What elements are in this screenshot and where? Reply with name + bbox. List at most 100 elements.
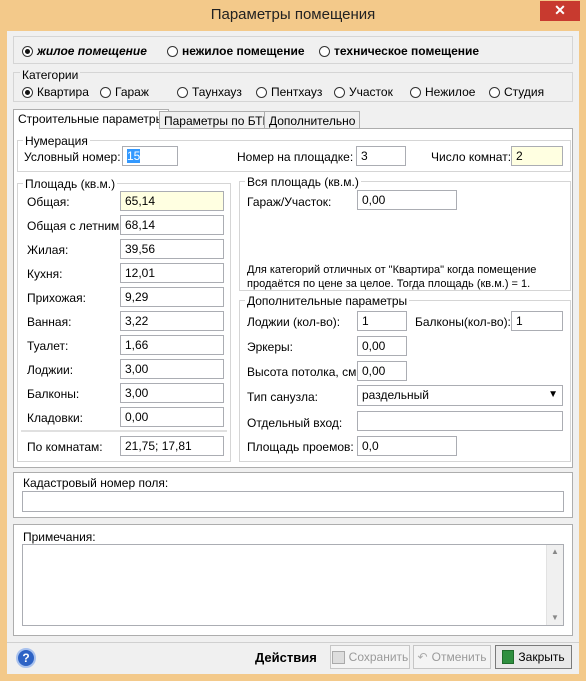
conditional-number-field[interactable]: 15 <box>122 146 178 166</box>
area-total-field[interactable]: 65,14 <box>120 191 224 211</box>
radio-button[interactable] <box>256 86 267 98</box>
radio-residential[interactable]: жилое помещение <box>22 44 147 58</box>
category-label: Квартира <box>37 85 89 99</box>
openings-area-label: Площадь проемов: <box>247 440 354 454</box>
by-rooms-field[interactable]: 21,75; 17,81 <box>120 436 224 456</box>
radio-nonresidential-label: нежилое помещение <box>182 44 305 58</box>
radio-button[interactable] <box>489 86 500 98</box>
save-button[interactable]: Сохранить <box>330 645 410 669</box>
close-button[interactable]: Закрыть <box>495 645 572 669</box>
tab-additional[interactable]: Дополнительно <box>264 111 361 129</box>
cancel-button[interactable]: ↶ Отменить <box>413 645 491 669</box>
radio-button[interactable] <box>319 45 330 57</box>
ceiling-height-field[interactable]: 0,00 <box>357 361 407 381</box>
category-nonresidential[interactable]: Нежилое <box>410 85 475 99</box>
category-plot[interactable]: Участок <box>334 85 393 99</box>
category-label: Гараж <box>115 85 149 99</box>
bay-windows-label: Эркеры: <box>247 340 293 354</box>
area-bathroom-field[interactable]: 3,22 <box>120 311 224 331</box>
area-row-label: Общая: <box>27 195 70 209</box>
balconies-count-label: Балконы(кол-во): <box>415 315 511 329</box>
bathroom-type-value: раздельный <box>362 388 429 402</box>
area-kitchen-field[interactable]: 12,01 <box>120 263 224 283</box>
cadastral-field[interactable] <box>22 491 564 512</box>
area-total-summer-field[interactable]: 68,14 <box>120 215 224 235</box>
area-loggias-field[interactable]: 3,00 <box>120 359 224 379</box>
category-label: Студия <box>504 85 545 99</box>
by-rooms-label: По комнатам: <box>27 440 103 454</box>
area-row-label: Кухня: <box>27 267 63 281</box>
chevron-down-icon[interactable]: ▼ <box>548 388 558 402</box>
area-row-label: Прихожая: <box>27 291 86 305</box>
help-icon: ? <box>22 651 30 665</box>
close-button-label: Закрыть <box>518 650 565 664</box>
loggias-count-field[interactable]: 1 <box>357 311 407 331</box>
category-garage[interactable]: Гараж <box>100 85 149 99</box>
undo-icon: ↶ <box>417 650 428 664</box>
area-toilet-field[interactable]: 1,66 <box>120 335 224 355</box>
categories-label: Категории <box>20 68 81 82</box>
garage-plot-field[interactable]: 0,00 <box>357 190 457 210</box>
radio-residential-label: жилое помещение <box>37 44 147 58</box>
radio-button[interactable] <box>167 45 178 57</box>
tab-bti[interactable]: Параметры по БТИ <box>159 111 277 129</box>
radio-button[interactable] <box>22 86 33 98</box>
garage-plot-label: Гараж/Участок: <box>247 195 332 209</box>
area-storage-field[interactable]: 0,00 <box>120 407 224 427</box>
radio-button[interactable] <box>100 86 111 98</box>
balconies-count-field[interactable]: 1 <box>511 311 563 331</box>
floor-number-label: Номер на площадке: <box>237 150 354 164</box>
window-title: Параметры помещения <box>210 6 376 23</box>
save-icon <box>331 650 345 664</box>
category-label: Нежилое <box>425 85 476 99</box>
category-label: Таунхауз <box>192 85 242 99</box>
scroll-down-icon[interactable]: ▼ <box>551 613 559 622</box>
area-living-field[interactable]: 39,56 <box>120 239 224 259</box>
radio-technical[interactable]: техническое помещение <box>319 44 479 58</box>
area-row-label: Общая с летними: <box>27 219 130 233</box>
separate-entrance-field[interactable] <box>357 411 563 431</box>
close-icon: ✕ <box>554 2 566 18</box>
radio-button[interactable] <box>177 86 188 98</box>
notes-label: Примечания: <box>23 530 96 544</box>
area-row-label: Лоджии: <box>27 363 74 377</box>
ceiling-height-label: Высота потолка, см: <box>247 365 360 379</box>
rooms-count-label: Число комнат: <box>431 150 512 164</box>
bathroom-type-select[interactable]: раздельный ▼ <box>357 385 563 406</box>
area-row-label: Балконы: <box>27 387 80 401</box>
notes-scrollbar[interactable]: ▲ ▼ <box>546 545 563 625</box>
radio-button[interactable] <box>410 86 421 98</box>
radio-button[interactable] <box>22 45 33 57</box>
rooms-count-field[interactable]: 2 <box>511 146 563 166</box>
radio-nonresidential[interactable]: нежилое помещение <box>167 44 305 58</box>
area-balconies-field[interactable]: 3,00 <box>120 383 224 403</box>
numbering-title: Нумерация <box>23 134 90 148</box>
help-button[interactable]: ? <box>16 648 36 668</box>
notes-textarea[interactable] <box>22 544 564 626</box>
category-townhouse[interactable]: Таунхауз <box>177 85 242 99</box>
total-area-note-line1: Для категорий отличных от "Квартира" ког… <box>247 264 537 276</box>
area-title: Площадь (кв.м.) <box>23 177 118 191</box>
floor-number-field[interactable]: 3 <box>356 146 406 166</box>
area-row-label: Жилая: <box>27 243 69 257</box>
radio-button[interactable] <box>334 86 345 98</box>
area-hallway-field[interactable]: 9,29 <box>120 287 224 307</box>
bay-windows-field[interactable]: 0,00 <box>357 336 407 356</box>
category-apartment[interactable]: Квартира <box>22 85 89 99</box>
close-window-button[interactable]: ✕ <box>540 1 580 21</box>
openings-area-field[interactable]: 0,0 <box>357 436 457 456</box>
cadastral-label: Кадастровый номер поля: <box>23 476 169 490</box>
category-studio[interactable]: Студия <box>489 85 544 99</box>
area-row-label: Ванная: <box>27 315 72 329</box>
category-penthouse[interactable]: Пентхауз <box>256 85 322 99</box>
tab-construction[interactable]: Строительные параметры <box>13 109 170 129</box>
total-area-note-line2: продаётся по цене за целое. Тогда площад… <box>247 278 531 290</box>
save-button-label: Сохранить <box>348 650 409 664</box>
category-label: Участок <box>349 85 393 99</box>
scroll-up-icon[interactable]: ▲ <box>551 547 559 556</box>
exit-door-icon <box>502 650 515 664</box>
total-area-title: Вся площадь (кв.м.) <box>245 175 361 189</box>
radio-technical-label: техническое помещение <box>334 44 480 58</box>
actions-label: Действия <box>255 650 317 665</box>
additional-title: Дополнительные параметры <box>245 294 410 308</box>
